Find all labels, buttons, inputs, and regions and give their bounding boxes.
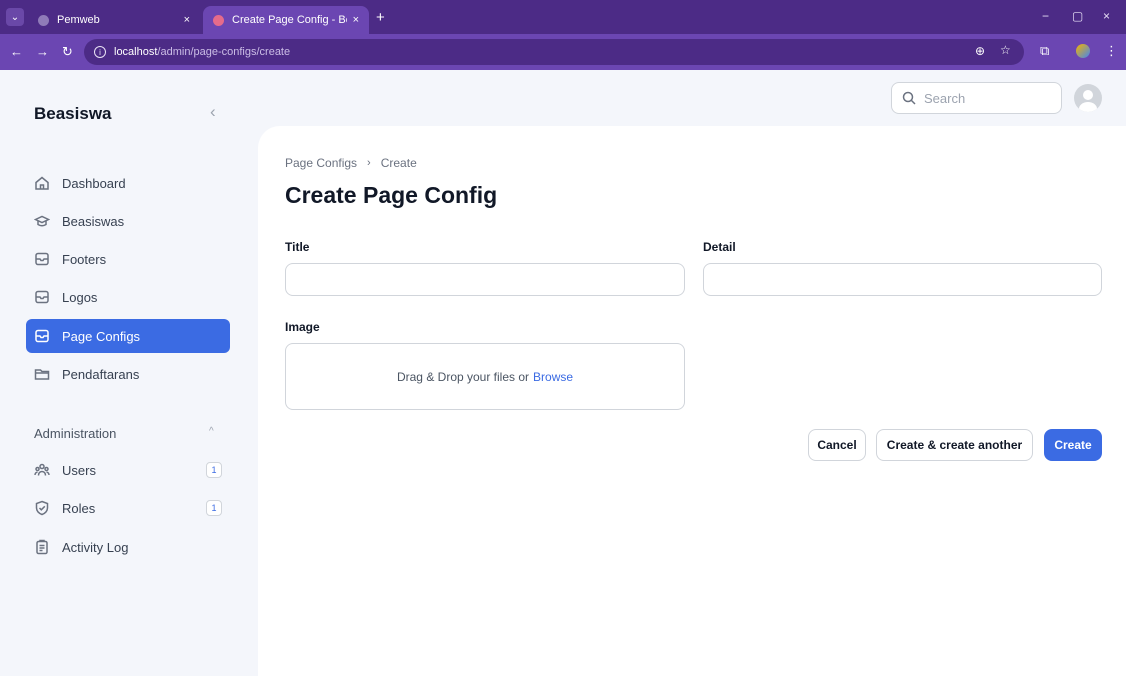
search-input[interactable] [924,90,1044,106]
inbox-icon [34,251,50,267]
detail-input[interactable] [703,263,1102,296]
breadcrumb: Page Configs › Create [285,156,417,170]
sidebar-item-dashboard[interactable]: Dashboard [26,166,230,200]
image-label: Image [285,320,320,334]
breadcrumb-page-configs[interactable]: Page Configs [285,156,357,170]
sidebar-item-label: Footers [62,251,107,267]
site-info-icon[interactable]: i [94,46,106,58]
sidebar-item-label: Roles [62,500,96,516]
title-label: Title [285,240,310,254]
back-arrow-icon[interactable]: ← [10,44,23,59]
avatar[interactable] [1074,84,1102,112]
tab-close-icon[interactable]: × [184,14,190,26]
create-button[interactable]: Create [1044,429,1102,461]
sidebar-item-pendaftarans[interactable]: Pendaftarans [26,357,230,391]
reload-icon[interactable]: ↻ [62,44,73,60]
roles-count-badge: 1 [206,500,222,516]
restore-button[interactable]: ▢ [1072,9,1083,23]
shield-check-icon [34,500,50,516]
bookmark-star-icon[interactable]: ☆ [1000,43,1011,57]
home-icon [34,175,50,191]
sidebar-item-roles[interactable]: Roles 1 [26,491,230,525]
sidebar-item-beasiswas[interactable]: Beasiswas [26,204,230,238]
title-input[interactable] [285,263,685,296]
clipboard-icon [34,539,50,555]
sidebar-item-label: Activity Log [62,539,129,555]
sidebar-item-label: Dashboard [62,175,126,191]
cancel-button[interactable]: Cancel [808,429,866,461]
browser-tab-bar: ⌄ Pemweb × Create Page Config - Beasiswa… [0,0,1126,34]
sidebar: Beasiswa ‹ Dashboard Beasiswas Footers L… [0,70,258,676]
tab-favicon-icon [38,14,49,26]
extensions-icon[interactable]: ⧉ [1040,43,1049,59]
inbox-icon [34,328,50,344]
sidebar-item-footers[interactable]: Footers [26,242,230,276]
tab-close-icon[interactable]: × [353,14,359,26]
url-host: localhost [114,46,158,58]
tab-search-menu-icon[interactable]: ⌄ [6,8,24,26]
page-title: Create Page Config [285,182,498,208]
create-another-button[interactable]: Create & create another [876,429,1033,461]
tab-label: Pemweb [57,14,100,26]
avatar-body [1079,102,1097,112]
tab-label: Create Page Config - Beasiswa [232,14,347,26]
inbox-icon [34,289,50,305]
detail-label: Detail [703,240,736,254]
browse-link[interactable]: Browse [533,370,573,384]
users-count-badge: 1 [206,462,222,478]
url-path: /admin/page-configs/create [157,46,291,58]
sidebar-item-page-configs[interactable]: Page Configs [26,319,230,353]
avatar-head [1083,90,1093,100]
graduation-cap-icon [34,213,50,229]
global-search[interactable] [891,82,1062,114]
browser-address-bar: ← → ↻ i localhost/admin/page-configs/cre… [0,34,1126,70]
folder-icon [34,366,50,382]
close-window-button[interactable]: × [1103,9,1110,23]
sidebar-item-label: Beasiswas [62,213,125,229]
sidebar-item-label: Users [62,462,96,478]
dropzone-text: Drag & Drop your files or [396,369,530,384]
administration-group-title[interactable]: Administration [34,426,116,441]
sidebar-item-label: Logos [62,289,98,305]
new-tab-button[interactable]: + [376,9,385,26]
browser-profile-icon[interactable] [1076,44,1090,58]
sidebar-item-label: Pendaftarans [62,366,140,382]
browser-tab-pemweb[interactable]: Pemweb × [28,6,200,34]
browser-tab-create-page-config[interactable]: Create Page Config - Beasiswa × [203,6,369,34]
sidebar-item-label: Page Configs [62,328,141,344]
brand-title: Beasiswa [34,104,112,123]
tab-favicon-icon [213,14,224,26]
search-icon [902,91,916,105]
main-content: Page Configs › Create Create Page Config… [258,126,1126,676]
collapse-sidebar-icon[interactable]: ‹ [210,102,216,122]
zoom-icon[interactable]: ⊕ [975,44,985,58]
chevron-up-icon[interactable]: ^ [209,426,214,437]
forward-arrow-icon[interactable]: → [36,44,49,59]
users-icon [34,462,50,478]
sidebar-item-activity-log[interactable]: Activity Log [26,530,230,564]
breadcrumb-create: Create [380,156,417,170]
breadcrumb-separator-icon: › [367,157,371,169]
image-dropzone[interactable]: Drag & Drop your files or Browse [285,343,685,410]
minimize-button[interactable]: − [1042,9,1049,23]
sidebar-item-logos[interactable]: Logos [26,280,230,314]
browser-menu-icon[interactable]: ⋮ [1105,43,1118,59]
sidebar-item-users[interactable]: Users 1 [26,453,230,487]
url-field[interactable]: i localhost/admin/page-configs/create [84,39,1024,65]
